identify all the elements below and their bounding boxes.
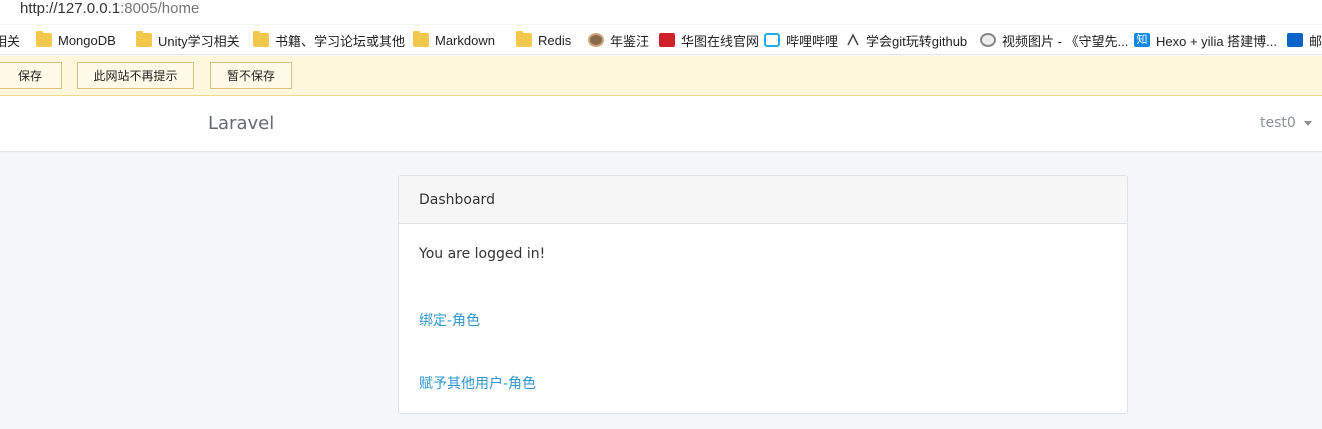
- user-name: test0: [1260, 115, 1296, 131]
- url-host: http://127.0.0.1: [20, 0, 121, 17]
- folder-icon: [253, 31, 269, 47]
- bookmark-label: 相关: [0, 33, 21, 49]
- bookmark-12[interactable]: 邮: [1287, 25, 1322, 54]
- assign-role-link[interactable]: 赋予其他用户-角色: [419, 373, 536, 393]
- url-path: :8005/home: [120, 0, 200, 17]
- bookmark-8[interactable]: 哔哩哔哩: [764, 25, 839, 54]
- bookmark-label: 视频图片 - 《守望先...: [1002, 33, 1129, 49]
- bookmark-9[interactable]: 学会git玩转github: [846, 25, 968, 54]
- bookmark-1[interactable]: MongoDB: [36, 25, 116, 54]
- never-save-button[interactable]: 此网站不再提示: [77, 62, 194, 89]
- bookmark-label: Redis: [538, 32, 572, 48]
- bookmark-label: MongoDB: [58, 32, 116, 48]
- avatar-icon: [588, 33, 604, 47]
- bookmark-7[interactable]: 华图在线官网: [659, 25, 760, 54]
- bookmark-label: 哔哩哔哩: [786, 33, 839, 49]
- bookmark-5[interactable]: Redis: [516, 25, 572, 54]
- bookmark-2[interactable]: Unity学习相关: [136, 25, 240, 54]
- bookmark-3[interactable]: 书籍、学习论坛或其他: [253, 25, 406, 54]
- password-save-bar: 保存 此网站不再提示 暂不保存: [0, 56, 1322, 96]
- bookmark-label: 学会git玩转github: [866, 33, 968, 49]
- folder-icon: [516, 31, 532, 47]
- bookmark-0[interactable]: 相关: [0, 25, 21, 54]
- zhihu-icon: 知: [1134, 33, 1150, 47]
- save-button[interactable]: 保存: [0, 62, 62, 89]
- url-text[interactable]: http://127.0.0.1:8005/home: [20, 0, 199, 18]
- bookmark-label: Unity学习相关: [158, 33, 240, 49]
- bookmark-4[interactable]: Markdown: [413, 25, 495, 54]
- folder-icon: [136, 31, 152, 47]
- bookmark-11[interactable]: 知 Hexo + yilia 搭建博...: [1134, 25, 1278, 54]
- bilibili-icon: [764, 33, 780, 47]
- bookmark-label: 邮: [1309, 33, 1322, 49]
- navbar: Laravel test0: [0, 96, 1322, 152]
- caret-down-icon: [1303, 120, 1312, 126]
- bookmark-label: 书籍、学习论坛或其他: [275, 33, 406, 49]
- bookmark-10[interactable]: 视频图片 - 《守望先...: [980, 25, 1129, 54]
- bookmark-label: Hexo + yilia 搭建博...: [1156, 33, 1278, 49]
- bookmarks-bar: 相关 MongoDB Unity学习相关 书籍、学习论坛或其他 Markdown…: [0, 25, 1322, 55]
- huatu-logo-icon: [659, 33, 675, 47]
- bookmark-label: Markdown: [435, 32, 495, 48]
- outlook-icon: [1287, 33, 1303, 47]
- bookmark-label: 年鉴汪: [610, 33, 650, 49]
- address-bar[interactable]: http://127.0.0.1:8005/home: [0, 0, 1322, 24]
- login-message: You are logged in!: [419, 246, 546, 262]
- user-dropdown[interactable]: test0: [1260, 115, 1312, 131]
- folder-icon: [36, 31, 52, 47]
- bookmark-label: 华图在线官网: [681, 33, 760, 49]
- bookmark-6[interactable]: 年鉴汪: [588, 25, 650, 54]
- not-now-button[interactable]: 暂不保存: [210, 62, 292, 89]
- card-header: Dashboard: [399, 176, 1127, 224]
- brand-link[interactable]: Laravel: [208, 113, 274, 134]
- folder-icon: [413, 31, 429, 47]
- bind-role-link[interactable]: 绑定-角色: [419, 310, 480, 330]
- overwatch-icon: [980, 33, 996, 47]
- zhihu-style-icon: [846, 33, 860, 47]
- dashboard-card: Dashboard You are logged in! 绑定-角色 赋予其他用…: [398, 175, 1128, 414]
